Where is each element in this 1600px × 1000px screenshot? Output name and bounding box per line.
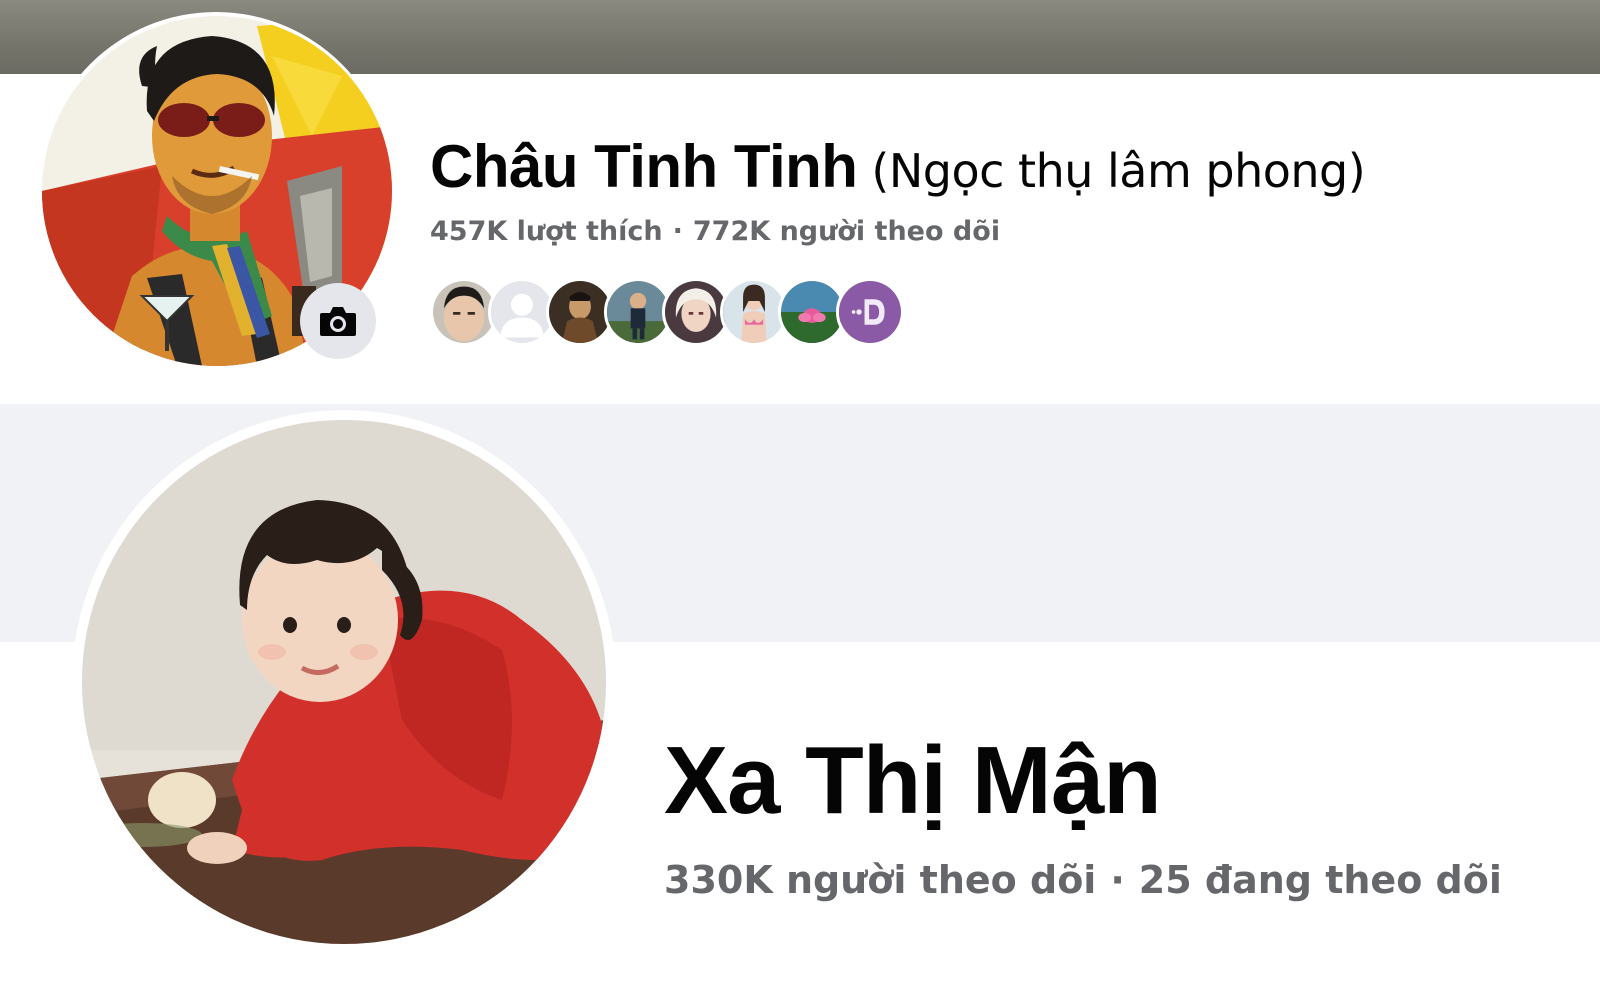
friend-avatar[interactable] (836, 278, 904, 346)
mutual-friends-avatars (430, 278, 910, 346)
following-count[interactable]: 25 đang theo dõi (1139, 858, 1502, 902)
camera-icon (320, 307, 356, 336)
profile-avatar[interactable] (82, 420, 606, 944)
change-avatar-button[interactable] (300, 283, 376, 359)
friend-avatar-woman (723, 281, 785, 343)
profile-name: Xa Thị Mận (664, 727, 1162, 834)
profile-alternate-name: (Ngọc thụ lâm phong) (871, 144, 1366, 198)
stats-separator: · (672, 216, 683, 247)
stats-separator: · (1110, 858, 1125, 902)
profile-header-1: Châu Tinh Tinh (Ngọc thụ lâm phong) 457K … (0, 0, 1600, 404)
friend-avatar-logo (839, 281, 901, 343)
friend-avatar-painting (549, 281, 611, 343)
profile-avatar-photo (82, 420, 606, 944)
friend-avatar-lotus (781, 281, 843, 343)
followers-count[interactable]: 772K người theo dõi (693, 216, 1000, 247)
followers-count[interactable]: 330K người theo dõi (664, 858, 1096, 902)
friend-avatar-boy (433, 281, 495, 343)
profile-stats: 330K người theo dõi · 25 đang theo dõi (664, 858, 1502, 902)
profile-stats: 457K lượt thích · 772K người theo dõi (430, 216, 1000, 247)
profiles-screenshot: Châu Tinh Tinh (Ngọc thụ lâm phong) 457K … (0, 0, 1600, 1000)
profile-header-2: Xa Thị Mận 330K người theo dõi · 25 đang t… (0, 404, 1600, 1000)
profile-name: Châu Tinh Tinh (430, 133, 858, 200)
friend-avatar-girl (665, 281, 727, 343)
friend-avatar-child (607, 281, 669, 343)
friend-avatar-default (491, 281, 553, 343)
profile-name-line: Châu Tinh Tinh (Ngọc thụ lâm phong) (430, 132, 1366, 201)
likes-count[interactable]: 457K lượt thích (430, 216, 663, 247)
